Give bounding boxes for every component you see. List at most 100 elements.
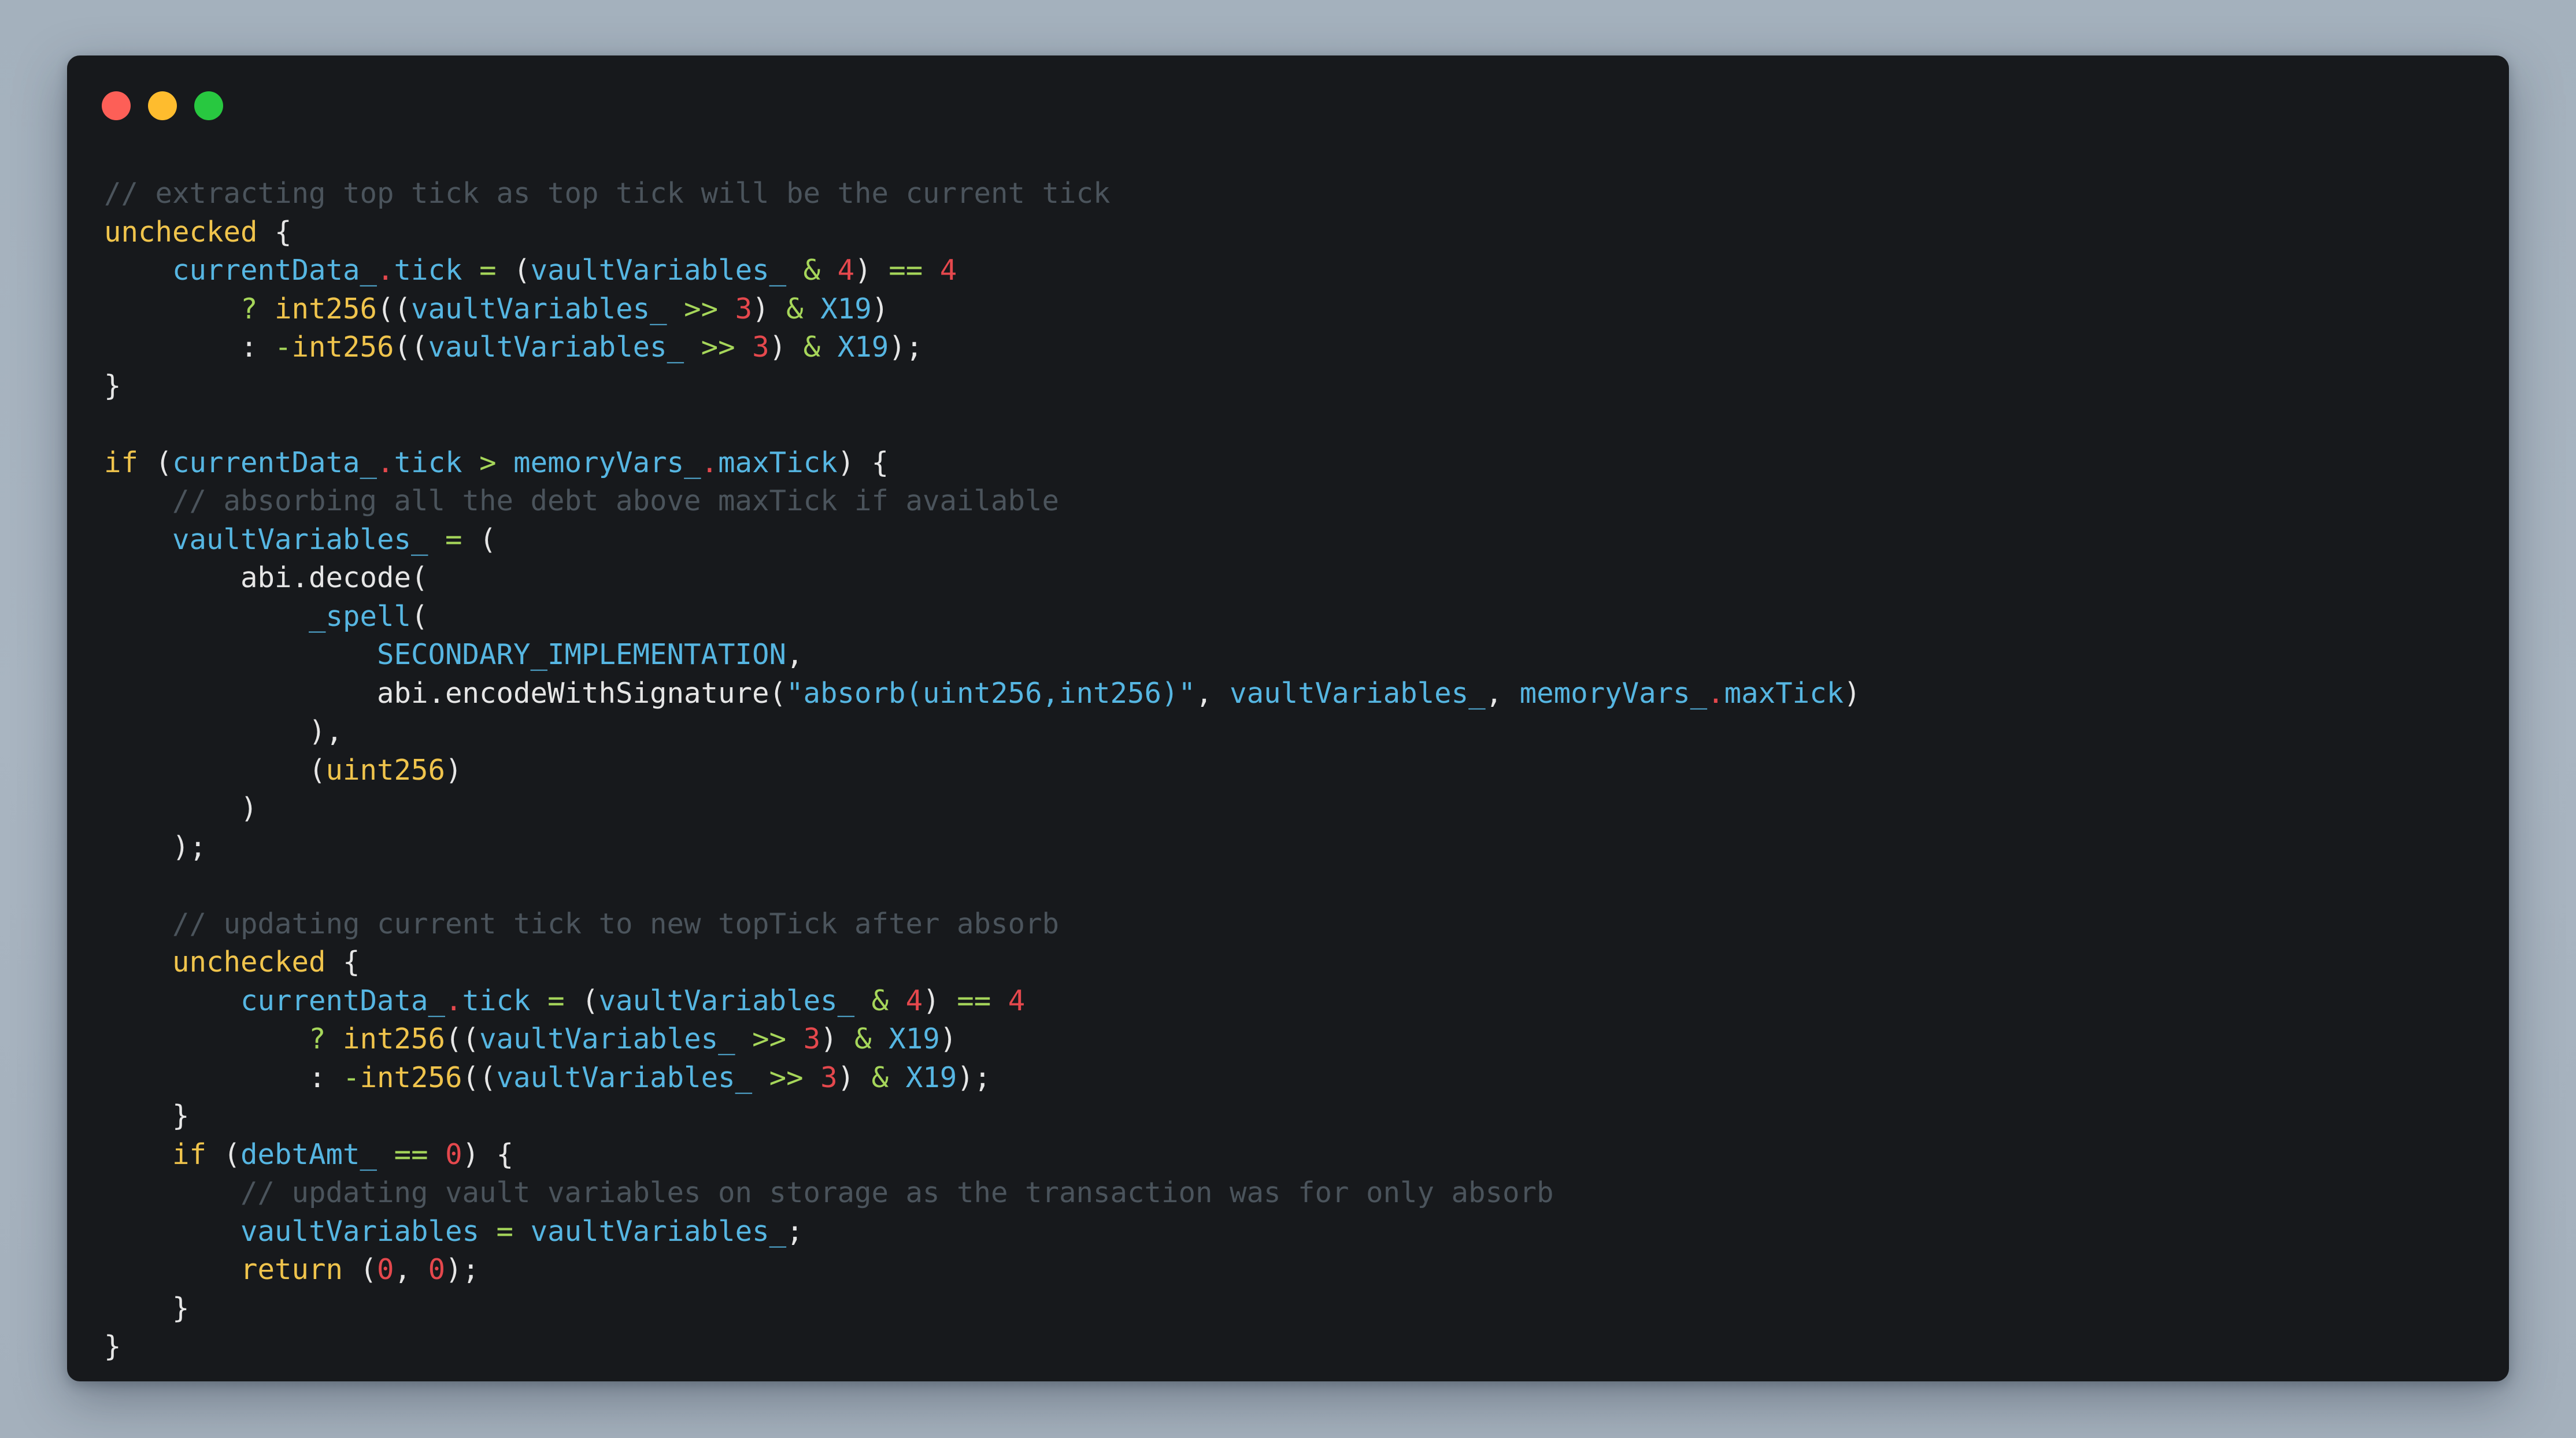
code-text: ( xyxy=(343,1253,377,1286)
code-text: : xyxy=(104,1061,343,1094)
minimize-button[interactable] xyxy=(148,91,177,120)
code-line: } xyxy=(104,1097,1861,1136)
identifier-token: memoryVars_ xyxy=(513,446,701,479)
code-text: ) xyxy=(837,1061,872,1094)
number-token: 4 xyxy=(837,254,855,287)
code-text: ) xyxy=(820,1022,855,1055)
code-text: { xyxy=(325,946,360,979)
operator-token: == xyxy=(889,254,923,287)
code-text: , xyxy=(786,638,804,671)
code-line: // updating current tick to new topTick … xyxy=(104,905,1861,944)
code-text: (( xyxy=(394,331,428,364)
code-text: } xyxy=(104,369,121,402)
code-window: // extracting top tick as top tick will … xyxy=(67,55,2509,1381)
identifier-token: X19 xyxy=(905,1061,957,1094)
code-text: ); xyxy=(445,1253,480,1286)
identifier-token: currentData_ xyxy=(240,984,446,1017)
code-line: ? int256((vaultVariables_ >> 3) & X19) xyxy=(104,1020,1861,1059)
keyword-token: return xyxy=(240,1253,343,1286)
close-button[interactable] xyxy=(102,91,131,120)
code-line: : -int256((vaultVariables_ >> 3) & X19); xyxy=(104,328,1861,367)
number-token: 4 xyxy=(939,254,957,287)
code-line: ); xyxy=(104,828,1861,867)
operator-token: == xyxy=(394,1137,428,1171)
comment-token: // absorbing all the debt above maxTick … xyxy=(172,484,1060,517)
identifier-token: vaultVariables_ xyxy=(530,254,787,287)
code-line: // absorbing all the debt above maxTick … xyxy=(104,482,1861,521)
code-line: vaultVariables_ = ( xyxy=(104,521,1861,559)
code-line: } xyxy=(104,367,1861,406)
operator-token: >> xyxy=(769,1061,804,1094)
type-token: uint256 xyxy=(325,753,446,787)
identifier-token: currentData_ xyxy=(172,254,377,287)
code-text: ( xyxy=(138,446,173,479)
code-text: ) xyxy=(1844,676,1861,710)
identifier-token: vaultVariables_ xyxy=(496,1061,753,1094)
code-text: ( xyxy=(564,984,599,1017)
code-line: currentData_.tick = (vaultVariables_ & 4… xyxy=(104,982,1861,1021)
zoom-button[interactable] xyxy=(194,91,223,120)
code-line: ? int256((vaultVariables_ >> 3) & X19) xyxy=(104,290,1861,329)
number-token: 4 xyxy=(1008,984,1026,1017)
code-text: ) { xyxy=(837,446,889,479)
identifier-token: vaultVariables xyxy=(240,1214,480,1248)
code-line: currentData_.tick = (vaultVariables_ & 4… xyxy=(104,251,1861,290)
type-token: int256 xyxy=(275,292,377,325)
code-text: : xyxy=(104,331,275,364)
keyword-token: if xyxy=(172,1137,207,1171)
code-text: ) xyxy=(445,753,462,787)
comment-token: // extracting top tick as top tick will … xyxy=(104,177,1111,210)
number-token: 3 xyxy=(752,331,769,364)
operator-token: == xyxy=(957,984,991,1017)
code-line: _spell( xyxy=(104,598,1861,636)
number-token: 0 xyxy=(377,1253,394,1286)
code-line: if (currentData_.tick > memoryVars_.maxT… xyxy=(104,444,1861,483)
member-dot-token: . xyxy=(701,446,719,479)
code-line: abi.decode( xyxy=(104,559,1861,598)
identifier-token: tick xyxy=(394,446,462,479)
operator-token: ? xyxy=(240,292,258,325)
number-token: 0 xyxy=(428,1253,446,1286)
comment-token: // updating current tick to new topTick … xyxy=(172,907,1060,940)
number-token: 3 xyxy=(735,292,753,325)
code-line: (uint256) xyxy=(104,751,1861,790)
operator-token: - xyxy=(275,331,292,364)
code-text: ) xyxy=(854,254,889,287)
code-text: ( xyxy=(496,254,531,287)
code-line: unchecked { xyxy=(104,943,1861,982)
code-text: ( xyxy=(411,599,428,633)
keyword-token: unchecked xyxy=(104,215,258,249)
identifier-token: SECONDARY_IMPLEMENTATION xyxy=(377,638,787,671)
code-line: } xyxy=(104,1289,1861,1328)
code-text: ); xyxy=(889,331,923,364)
code-line: ) xyxy=(104,790,1861,828)
code-line: unchecked { xyxy=(104,213,1861,252)
member-dot-token: . xyxy=(377,254,394,287)
operator-token: >> xyxy=(684,292,719,325)
operator-token: >> xyxy=(701,331,735,364)
code-block: // extracting top tick as top tick will … xyxy=(104,175,1861,1366)
code-line: ), xyxy=(104,713,1861,751)
code-line: // extracting top tick as top tick will … xyxy=(104,175,1861,213)
